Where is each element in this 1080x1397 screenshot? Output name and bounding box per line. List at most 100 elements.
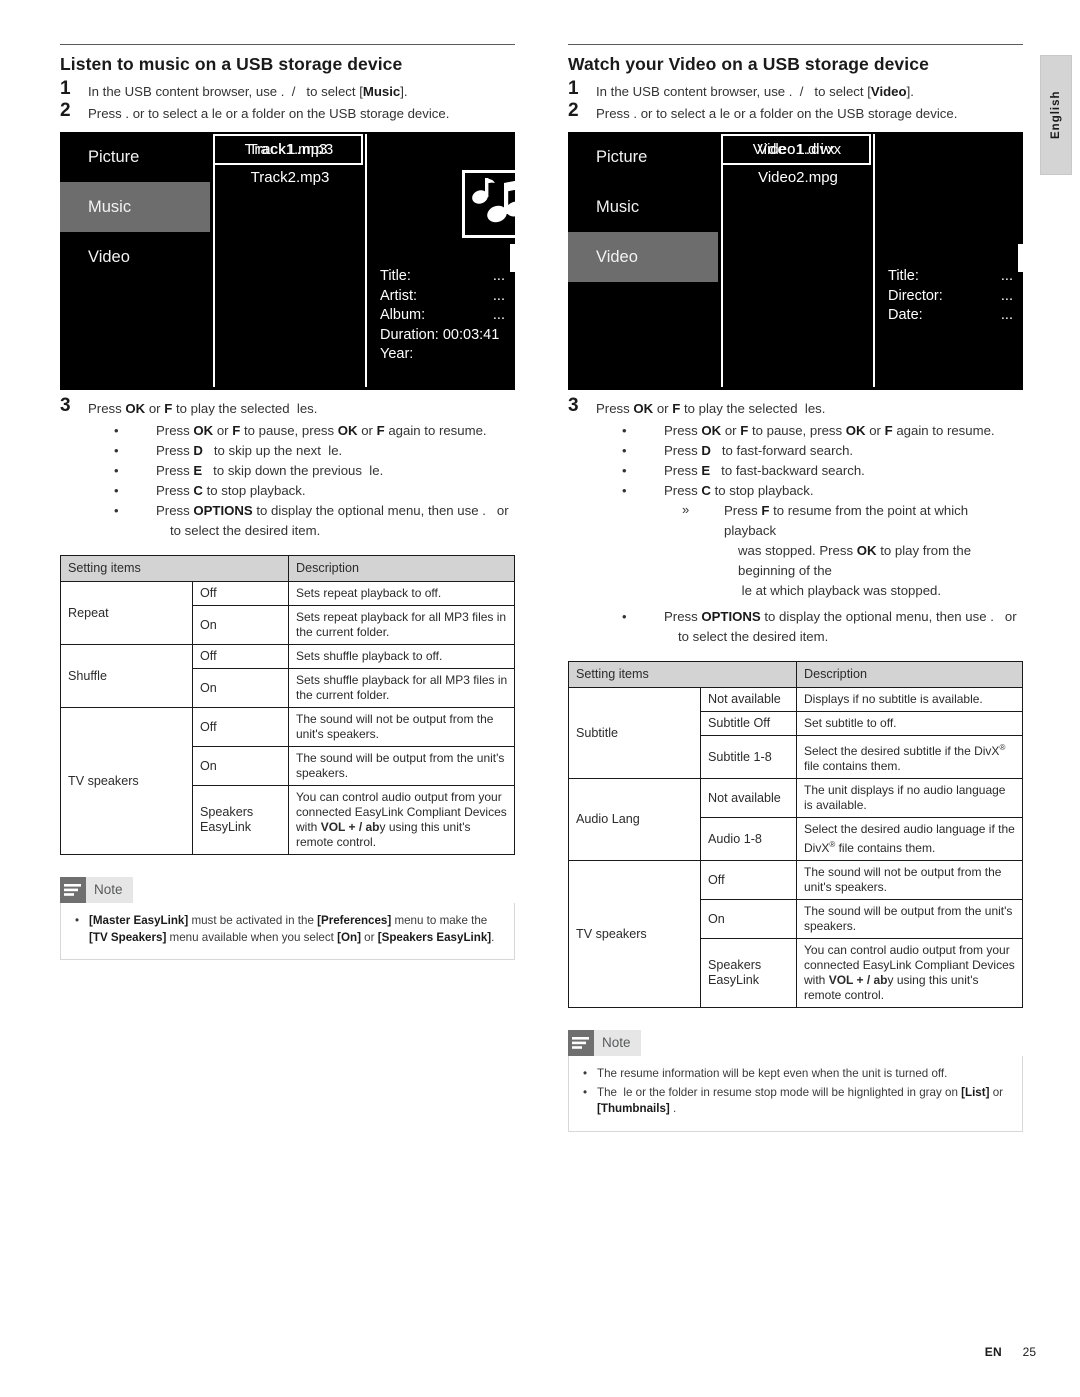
cell-option: On xyxy=(700,899,797,939)
table-header-row: Setting items Description xyxy=(568,661,1023,688)
meta-key: Title: xyxy=(888,268,919,284)
step-number: 1 xyxy=(568,78,579,99)
step-text: In the USB content browser, use . / to s… xyxy=(596,84,914,99)
step-text: Press . or to select a le or a folder on… xyxy=(596,106,958,121)
cell-description-easylink: You can control audio output from your c… xyxy=(288,785,515,855)
note-item-text: The resume information will be kept even… xyxy=(597,1067,948,1080)
meta-key: Artist: xyxy=(380,287,418,304)
bullet-dot: • xyxy=(622,443,627,458)
step-text: Press OK or F to play the selected les. xyxy=(596,401,826,416)
cell-option: Subtitle Off xyxy=(700,711,797,736)
cell-description: The sound will not be output from the un… xyxy=(796,860,1023,900)
cell-description-easylink: You can control audio output from your c… xyxy=(796,938,1023,1008)
cell-option: Off xyxy=(700,860,797,900)
screen-file-selected[interactable]: Track1.mp3 Track1.mp3 xyxy=(213,134,363,165)
step-text: Press OK or F to play the selected les. xyxy=(88,401,318,416)
cell-description: The sound will be output from the unit's… xyxy=(288,746,515,786)
note-lines-icon xyxy=(60,877,86,903)
scroll-indicator[interactable] xyxy=(1018,244,1023,272)
table-row: Repeat Off Sets repeat playback to off. xyxy=(60,581,515,645)
cell-option: Audio 1-8 xyxy=(700,817,797,861)
cell-option: On xyxy=(192,605,289,645)
screen-menu-item-picture[interactable]: Picture xyxy=(568,132,718,182)
page-title-music: Listen to music on a USB storage device xyxy=(60,54,403,74)
bullet-item: • Press OPTIONS to display the optional m… xyxy=(114,503,509,538)
step-number: 3 xyxy=(60,395,71,416)
cell-option: Not available xyxy=(700,687,797,712)
section-rule xyxy=(60,44,515,45)
note-header: Note xyxy=(568,1030,1023,1056)
sub-bullet-item: » Press F to resume from the point at whi… xyxy=(682,502,972,598)
meta-row: Year: xyxy=(380,345,507,365)
screen-file-selected[interactable]: Video1.divx Video1.divx xyxy=(721,134,871,165)
meta-row: Date:... xyxy=(888,306,1015,326)
table-header-description: Description xyxy=(796,661,1023,688)
cell-category: Repeat xyxy=(60,581,193,645)
screen-file-list: Video1.divx Video1.divx Video2.mpg xyxy=(721,134,875,387)
music-note-icon xyxy=(462,170,515,238)
screen-menu-item-video[interactable]: Video xyxy=(60,232,210,282)
table-header-row: Setting items Description xyxy=(60,555,515,582)
cell-description: Sets repeat playback for all MP3 files i… xyxy=(288,605,515,645)
screen-file-selected-label-ghost: Video1.divx xyxy=(752,141,843,158)
step-text: Press . or to select a le or a folder on… xyxy=(88,106,450,121)
step-number: 1 xyxy=(60,78,71,99)
settings-table-video: Setting items Description Subtitle Not a… xyxy=(568,661,1023,1008)
desc-vol: VOL + / ab xyxy=(320,820,380,834)
meta-row: Title:... xyxy=(888,267,1015,287)
left-column: Listen to music on a USB storage device … xyxy=(60,44,515,960)
bullet-item: • Press E to fast-backward search. xyxy=(622,461,1023,481)
cell-option: Not available xyxy=(700,778,797,818)
page-footer: EN 25 xyxy=(0,1345,1080,1359)
steps-list-music: 1 In the USB content browser, use . / to… xyxy=(60,78,515,124)
note-body: • The resume information will be kept eve… xyxy=(568,1056,1023,1132)
cell-category: TV speakers xyxy=(60,707,193,855)
cell-option: Off xyxy=(192,644,289,669)
meta-key: Album: xyxy=(380,307,426,323)
bullet-dot: • xyxy=(622,609,627,624)
side-tab-english: English xyxy=(1040,55,1072,175)
meta-value: ... xyxy=(492,287,505,304)
screen-file-item[interactable]: Video2.mpg xyxy=(723,169,873,186)
usb-browser-screen-video: Picture Music Video Video1.divx Video1.d… xyxy=(568,132,1023,390)
side-tab-label: English xyxy=(1050,90,1062,140)
step-item: 1 In the USB content browser, use . / to… xyxy=(60,78,515,102)
step-item: 2 Press . or to select a le or a folder … xyxy=(60,100,515,124)
cell-option: Off xyxy=(192,581,289,606)
screen-info-panel: Title:... Director:... Date:... xyxy=(878,132,1023,390)
sub-bullet-dot: » xyxy=(682,502,690,517)
bullet-dot: • xyxy=(622,463,627,478)
bullet-dot: • xyxy=(114,503,119,518)
bullet-dot: • xyxy=(583,1067,588,1080)
cell-description: Set subtitle to off. xyxy=(796,711,1023,736)
screen-category-menu: Picture Music Video xyxy=(60,132,210,390)
bullet-dot: • xyxy=(622,483,627,498)
note-header: Note xyxy=(60,877,515,903)
table-row: Audio Lang Not available The unit displa… xyxy=(568,778,1023,861)
table-row: Subtitle Not available Displays if no su… xyxy=(568,687,1023,779)
table-row: Shuffle Off Sets shuffle playback to off… xyxy=(60,644,515,708)
cell-category: TV speakers xyxy=(568,860,701,1008)
screen-menu-item-music[interactable]: Music xyxy=(568,182,718,232)
meta-row: Artist:... xyxy=(380,287,507,307)
cell-option: Off xyxy=(192,707,289,747)
bullet-item: • Press OK or F to pause, press OK or F a… xyxy=(114,421,515,441)
bullet-dot: • xyxy=(114,463,119,478)
step-number: 2 xyxy=(60,100,71,121)
settings-table-music: Setting items Description Repeat Off Set… xyxy=(60,555,515,855)
step-text: In the USB content browser, use . / to s… xyxy=(88,84,408,99)
screen-menu-item-picture[interactable]: Picture xyxy=(60,132,210,182)
footer-language: EN xyxy=(984,1345,1002,1359)
meta-row: Album:... xyxy=(380,306,507,326)
bullet-dot: • xyxy=(114,443,119,458)
screen-metadata-video: Title:... Director:... Date:... xyxy=(888,267,1015,326)
note-block-video: Note • The resume information will be kep… xyxy=(568,1030,1023,1132)
screen-menu-item-music[interactable]: Music xyxy=(60,182,210,232)
page-title-video: Watch your Video on a USB storage device xyxy=(568,54,929,74)
meta-key: Director: xyxy=(888,287,943,304)
scroll-indicator[interactable] xyxy=(510,244,515,272)
screen-file-item[interactable]: Track2.mp3 xyxy=(215,169,365,186)
bullet-dot: • xyxy=(583,1085,588,1099)
screen-menu-item-video[interactable]: Video xyxy=(568,232,718,282)
bullet-dot: • xyxy=(622,423,627,438)
